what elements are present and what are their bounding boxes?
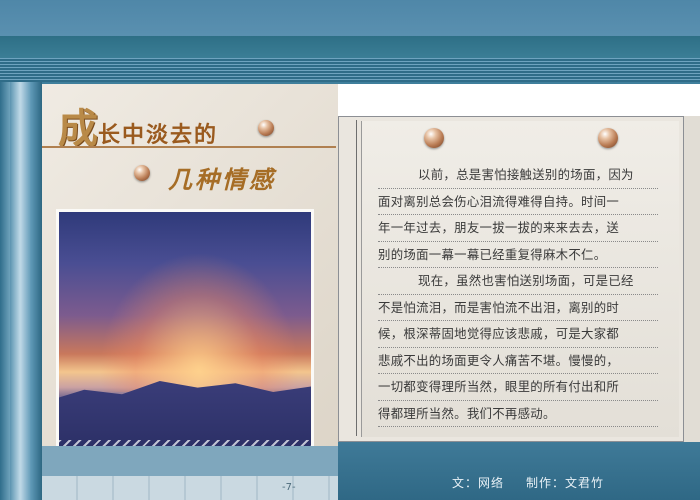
title-divider <box>42 146 336 148</box>
poem-line: 得都理所当然。我们不再感动。 <box>378 401 658 427</box>
poem-line: 候，根深蒂固地觉得应该悲戚，可是大家都 <box>378 321 658 348</box>
poem-line: 一切都变得理所当然，眼里的所有付出和所 <box>378 374 658 401</box>
poem-line: 悲戚不出的场面更令人痛苦不堪。慢慢的， <box>378 348 658 374</box>
top-banner-dark <box>0 36 700 58</box>
page-subtitle: 几种情感 <box>168 165 276 194</box>
pearl-orb-icon <box>258 120 274 136</box>
pearl-orb-icon <box>598 128 618 148</box>
poem-text: 以前，总是害怕接触送别的场面，因为 面对离别总会伤心泪流得难得自持。时间一 年一… <box>378 162 658 427</box>
poem-line: 面对离别总会伤心泪流得难得自持。时间一 <box>378 189 658 215</box>
sunset-photo <box>56 209 314 473</box>
producer-credit: 制作：文君竹 <box>526 476 605 490</box>
left-pillar <box>0 82 42 500</box>
poem-line: 不是怕流泪，而是害怕流不出泪，离别的时 <box>378 295 658 321</box>
right-edge <box>684 116 700 442</box>
poem-line: 现在，虽然也害怕送别场面，可是已经 <box>378 268 658 295</box>
credits: 文：网络 制作：文君竹 <box>452 474 626 491</box>
poem-line: 别的场面一幕一幕已经重复得麻木不仁。 <box>378 242 658 268</box>
page-number: -7- <box>282 482 296 493</box>
poem-line: 年一年过去，朋友一拔一拔的来来去去，送 <box>378 215 658 242</box>
bottom-bar-right <box>338 442 700 500</box>
striped-band <box>0 58 700 82</box>
margin-line <box>356 120 357 436</box>
top-banner <box>0 0 700 36</box>
author-credit: 文：网络 <box>452 476 505 490</box>
pearl-orb-icon <box>424 128 444 148</box>
right-top-white <box>338 84 700 116</box>
sun-glow <box>99 252 299 392</box>
pillar-highlight <box>10 82 30 500</box>
title-first-char: 成 <box>58 105 98 152</box>
poem-line: 以前，总是害怕接触送别的场面，因为 <box>378 162 658 189</box>
title-line1: 长中淡去的 <box>98 122 219 148</box>
pearl-orb-icon <box>134 165 150 181</box>
